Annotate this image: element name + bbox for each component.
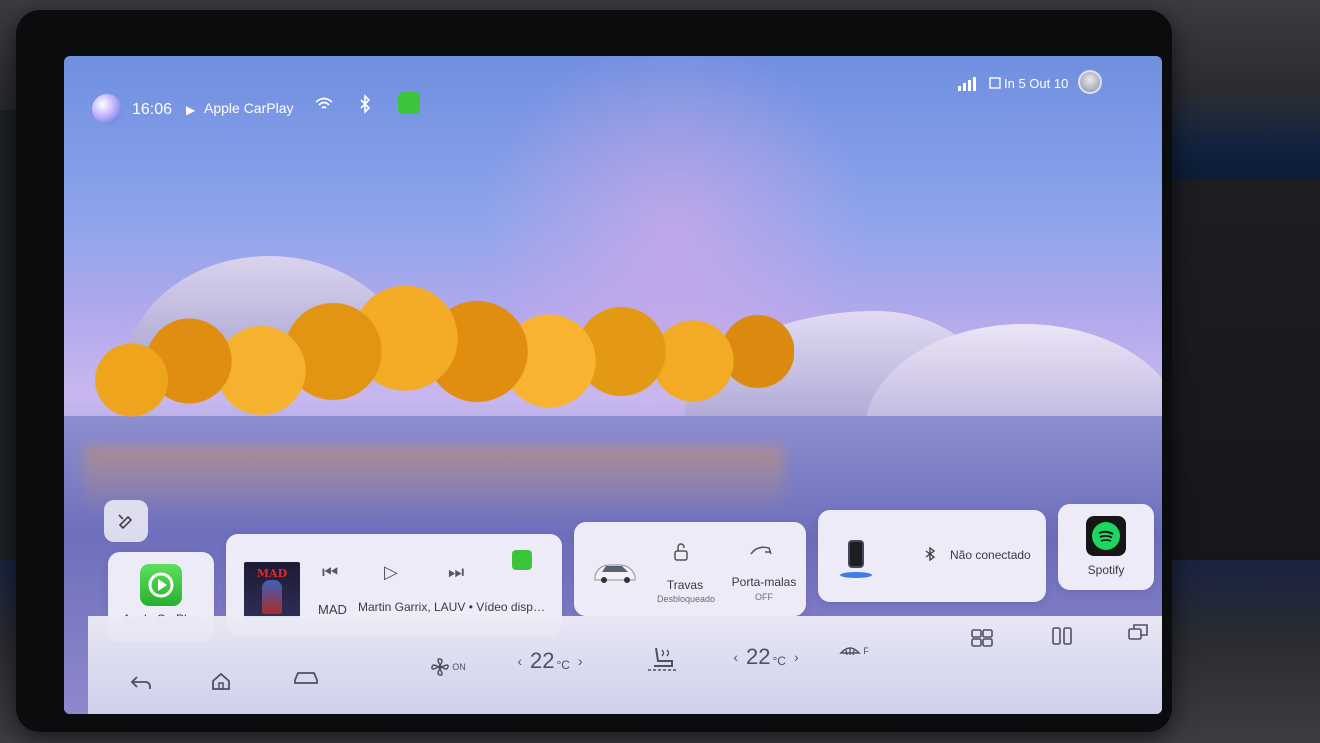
trunk-icon[interactable] bbox=[749, 542, 773, 560]
wireless-charger-icon bbox=[840, 572, 872, 578]
grid-icon bbox=[971, 629, 993, 647]
play-button[interactable]: ▷ bbox=[384, 562, 398, 583]
edit-widgets-button[interactable] bbox=[104, 500, 148, 542]
wallpaper-reflection bbox=[84, 446, 784, 516]
source-label[interactable]: Apple CarPlay bbox=[204, 100, 294, 116]
album-figure bbox=[262, 580, 282, 614]
front-defrost-button[interactable]: F bbox=[836, 638, 872, 664]
defrost-icon bbox=[839, 647, 862, 656]
app-grid-button[interactable] bbox=[970, 628, 994, 648]
split-screen-button[interactable] bbox=[1050, 626, 1074, 646]
signal-icon bbox=[958, 77, 976, 91]
driver-temperature[interactable]: ‹ 22 °C › bbox=[500, 646, 600, 676]
home-button[interactable] bbox=[206, 668, 236, 694]
previous-track-button[interactable]: ⏮ bbox=[322, 562, 338, 583]
defrost-label: F bbox=[863, 646, 869, 656]
fan-icon bbox=[431, 658, 450, 676]
temp-down-left-button[interactable]: ‹ bbox=[517, 653, 522, 669]
wallpaper-trees bbox=[74, 266, 794, 456]
song-title: MAD bbox=[318, 602, 347, 617]
unlock-icon[interactable] bbox=[672, 542, 690, 562]
spotify-label: Spotify bbox=[1087, 563, 1125, 577]
passenger-temp-value: 22 bbox=[746, 644, 771, 669]
trunk-label: Porta-malas bbox=[731, 575, 797, 589]
clock: 16:06 bbox=[132, 101, 173, 118]
temp-up-right-button[interactable]: › bbox=[794, 649, 799, 665]
fan-button[interactable]: ON bbox=[424, 654, 472, 680]
vehicle-widget[interactable]: Travas Desbloqueado Porta-malas OFF bbox=[574, 522, 806, 616]
locks-label: Travas bbox=[666, 578, 704, 592]
locks-state: Desbloqueado bbox=[656, 594, 716, 604]
bluetooth-icon bbox=[925, 546, 936, 562]
phone-connection-status: Não conectado bbox=[950, 548, 1031, 562]
wifi-icon bbox=[315, 97, 333, 109]
carplay-badge-icon bbox=[512, 550, 532, 570]
artist-line: Martin Garrix, LAUV • Vídeo dispo... bbox=[358, 600, 548, 614]
status-bar: 16:06 ▶ Apple CarPlay In 5 Out 10 bbox=[64, 56, 1162, 124]
seat-heating-button[interactable] bbox=[640, 640, 684, 674]
edit-icon bbox=[118, 514, 133, 530]
fan-state: ON bbox=[452, 662, 466, 672]
spotify-icon bbox=[1086, 516, 1126, 556]
temp-up-left-button[interactable]: › bbox=[578, 653, 583, 669]
vehicle-button[interactable] bbox=[288, 664, 324, 690]
weather-icon bbox=[989, 77, 1001, 89]
split-screen-icon bbox=[1052, 627, 1072, 645]
car-icon bbox=[594, 564, 636, 583]
seat-icon bbox=[648, 647, 676, 671]
trunk-state: OFF bbox=[755, 592, 773, 602]
carplay-icon[interactable] bbox=[398, 92, 420, 114]
temp-unit: °C bbox=[556, 658, 570, 672]
passenger-temperature[interactable]: ‹ 22 °C › bbox=[716, 642, 816, 672]
phone-widget[interactable]: Não conectado bbox=[818, 510, 1046, 602]
carplay-app-icon bbox=[140, 564, 182, 606]
phone-icon bbox=[848, 540, 864, 568]
play-icon: ▶ bbox=[186, 103, 196, 117]
infotainment-screen: 16:06 ▶ Apple CarPlay In 5 Out 10 MAD ⏮ … bbox=[64, 56, 1162, 714]
temp-down-right-button[interactable]: ‹ bbox=[733, 649, 738, 665]
driver-temp-value: 22 bbox=[530, 648, 555, 673]
recent-apps-button[interactable] bbox=[1126, 622, 1150, 642]
album-art[interactable]: MAD bbox=[244, 562, 300, 618]
windows-icon bbox=[1128, 624, 1148, 640]
assistant-orb-icon[interactable] bbox=[92, 94, 122, 124]
car-outline-icon bbox=[294, 672, 318, 684]
album-title: MAD bbox=[256, 567, 288, 580]
home-icon bbox=[212, 672, 230, 690]
spotify-widget[interactable]: Spotify bbox=[1058, 504, 1154, 590]
temp-unit: °C bbox=[772, 654, 786, 668]
avatar[interactable] bbox=[1078, 70, 1102, 94]
next-track-button[interactable]: ⏭ bbox=[448, 562, 464, 583]
back-icon bbox=[130, 676, 151, 689]
bottom-dock: ON ‹ 22 °C › ‹ 22 °C › F bbox=[88, 616, 1162, 714]
back-button[interactable] bbox=[126, 670, 156, 696]
date: In 5 Out 10 bbox=[1004, 76, 1069, 91]
bluetooth-icon bbox=[360, 94, 371, 114]
display-bezel: 16:06 ▶ Apple CarPlay In 5 Out 10 MAD ⏮ … bbox=[16, 10, 1172, 732]
